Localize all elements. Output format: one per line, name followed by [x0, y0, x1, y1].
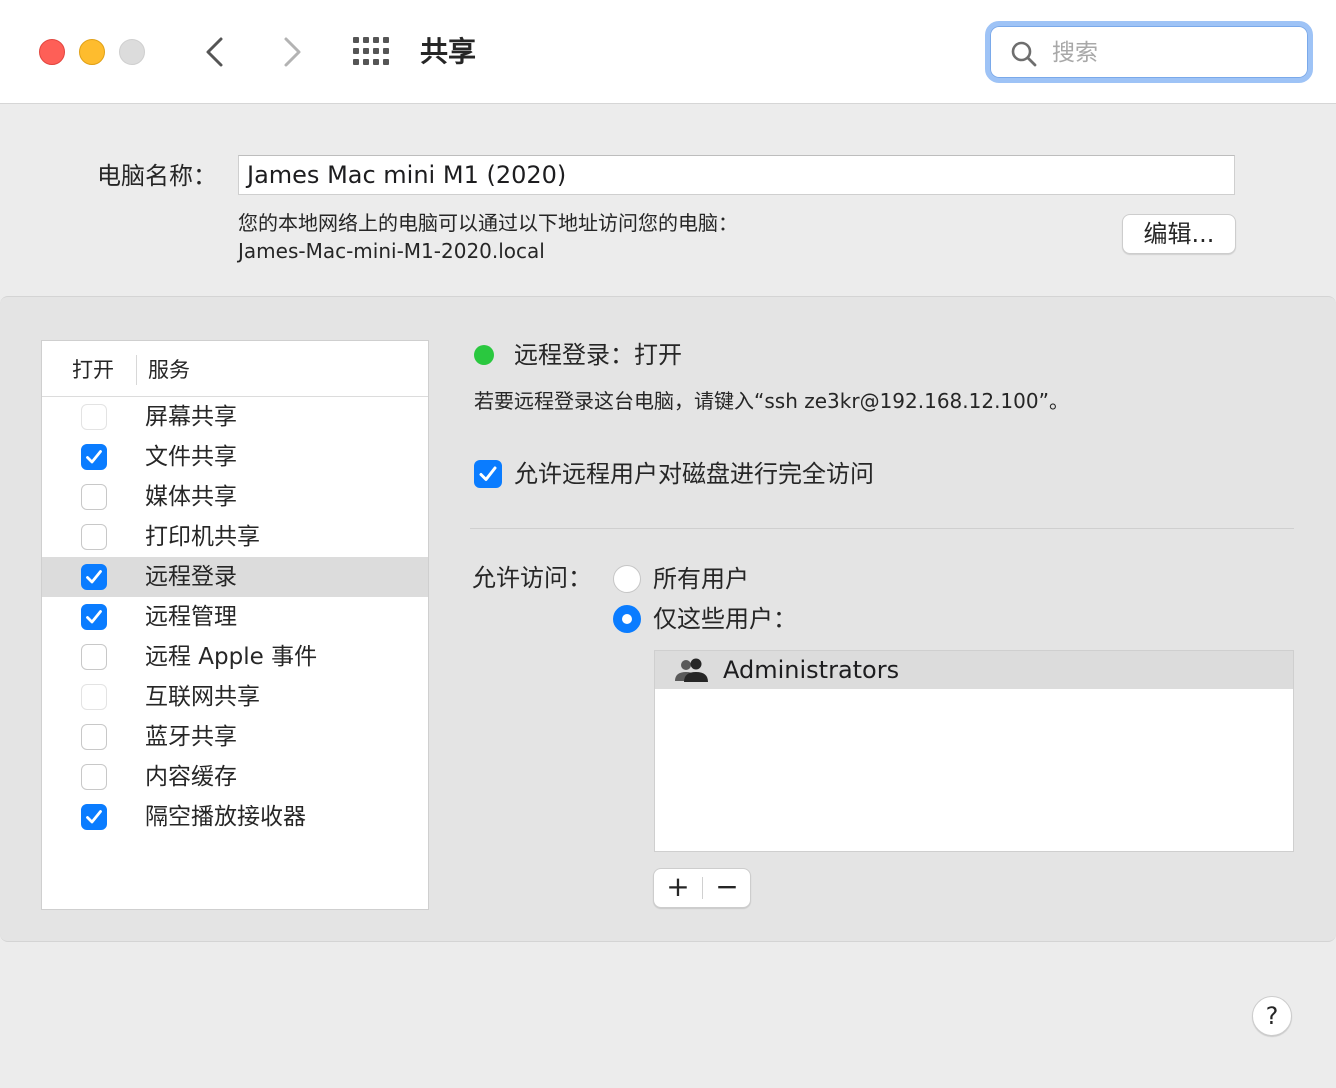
- checkmark-icon: [86, 450, 102, 464]
- local-hostname: James-Mac-mini-M1-2020.local: [238, 239, 545, 263]
- service-row[interactable]: 媒体共享: [42, 477, 428, 517]
- computer-name-field[interactable]: James Mac mini M1 (2020): [238, 155, 1235, 195]
- service-label: 远程 Apple 事件: [145, 644, 318, 670]
- service-checkbox[interactable]: [81, 524, 107, 550]
- forward-button[interactable]: [271, 32, 311, 72]
- checkmark-icon: [86, 570, 102, 584]
- service-row[interactable]: 远程登录: [42, 557, 428, 597]
- status-indicator: [474, 345, 494, 365]
- service-label: 远程管理: [145, 604, 237, 630]
- service-row[interactable]: 远程管理: [42, 597, 428, 637]
- full-disk-access-label[interactable]: 允许远程用户对磁盘进行完全访问: [514, 456, 874, 492]
- checkmark-icon: [479, 466, 497, 481]
- service-row[interactable]: 远程 Apple 事件: [42, 637, 428, 677]
- service-checkbox[interactable]: [81, 564, 107, 590]
- user-row[interactable]: Administrators: [655, 651, 1293, 689]
- window-title: 共享: [420, 35, 477, 68]
- back-button[interactable]: [196, 32, 236, 72]
- add-user-button[interactable]: +: [654, 869, 702, 907]
- services-panel: 打开 服务 屏幕共享文件共享媒体共享打印机共享远程登录远程管理远程 Apple …: [0, 296, 1336, 942]
- service-status: 远程登录：打开: [514, 341, 682, 369]
- service-checkbox[interactable]: [81, 724, 107, 750]
- search-field[interactable]: [985, 21, 1313, 83]
- help-button[interactable]: ?: [1252, 996, 1292, 1036]
- user-name: Administrators: [723, 656, 900, 684]
- service-checkbox[interactable]: [81, 484, 107, 510]
- column-header-on[interactable]: 打开: [72, 355, 114, 385]
- service-row[interactable]: 文件共享: [42, 437, 428, 477]
- remove-user-button[interactable]: −: [703, 869, 751, 907]
- service-label: 互联网共享: [145, 684, 260, 710]
- service-checkbox[interactable]: [81, 644, 107, 670]
- service-row[interactable]: 内容缓存: [42, 757, 428, 797]
- address-description: 您的本地网络上的电脑可以通过以下地址访问您的电脑：: [238, 211, 738, 235]
- search-input[interactable]: [1050, 34, 1294, 72]
- service-checkbox[interactable]: [81, 804, 107, 830]
- full-disk-access-checkbox[interactable]: [474, 460, 502, 488]
- toolbar: 共享: [0, 0, 1336, 104]
- allow-access-label: 允许访问：: [472, 564, 592, 592]
- service-row[interactable]: 屏幕共享: [42, 397, 428, 437]
- grid-icon: [353, 37, 389, 65]
- zoom-window-button[interactable]: [119, 39, 145, 65]
- service-checkbox[interactable]: [81, 404, 107, 430]
- checkmark-icon: [86, 810, 102, 824]
- only-these-users-label[interactable]: 仅这些用户：: [653, 600, 797, 638]
- close-window-button[interactable]: [39, 39, 65, 65]
- minimize-window-button[interactable]: [79, 39, 105, 65]
- add-remove-control: + −: [653, 868, 751, 908]
- chevron-left-icon: [206, 37, 223, 67]
- service-label: 屏幕共享: [145, 404, 237, 430]
- service-row[interactable]: 蓝牙共享: [42, 717, 428, 757]
- all-users-label[interactable]: 所有用户: [653, 560, 749, 598]
- edit-hostname-button[interactable]: 编辑...: [1122, 214, 1236, 254]
- service-checkbox[interactable]: [81, 444, 107, 470]
- radio-selected-dot: [622, 614, 632, 624]
- chevron-right-icon: [284, 37, 301, 67]
- computer-name-section: 电脑名称： James Mac mini M1 (2020) 您的本地网络上的电…: [0, 104, 1336, 296]
- services-rows: 屏幕共享文件共享媒体共享打印机共享远程登录远程管理远程 Apple 事件 互联网共…: [42, 397, 428, 837]
- service-label: 打印机共享: [145, 524, 260, 550]
- service-label: 文件共享: [145, 444, 237, 470]
- service-checkbox[interactable]: [81, 684, 107, 710]
- group-icon: [675, 658, 708, 682]
- service-row[interactable]: 互联网共享: [42, 677, 428, 717]
- column-header-service[interactable]: 服务: [148, 355, 190, 385]
- column-separator: [136, 355, 137, 385]
- section-divider: [470, 528, 1294, 529]
- service-label: 内容缓存: [145, 764, 237, 790]
- all-users-radio[interactable]: [613, 565, 641, 593]
- service-label: 远程登录: [145, 564, 237, 590]
- service-checkbox[interactable]: [81, 764, 107, 790]
- services-list: 打开 服务 屏幕共享文件共享媒体共享打印机共享远程登录远程管理远程 Apple …: [41, 340, 429, 910]
- allowed-users-list: Administrators: [654, 650, 1294, 852]
- search-icon: [1011, 41, 1037, 67]
- ssh-instructions: 若要远程登录这台电脑，请键入“ssh ze3kr@192.168.12.100”…: [474, 389, 1069, 413]
- service-label: 隔空播放接收器: [145, 804, 306, 830]
- service-label: 蓝牙共享: [145, 724, 237, 750]
- checkmark-icon: [86, 610, 102, 624]
- computer-name-label: 电脑名称：: [97, 162, 217, 190]
- service-label: 媒体共享: [145, 484, 237, 510]
- service-row[interactable]: 打印机共享: [42, 517, 428, 557]
- service-row[interactable]: 隔空播放接收器: [42, 797, 428, 837]
- show-all-grid-button[interactable]: [353, 37, 391, 67]
- service-checkbox[interactable]: [81, 604, 107, 630]
- services-list-header: 打开 服务: [42, 341, 428, 397]
- only-these-users-radio[interactable]: [613, 605, 641, 633]
